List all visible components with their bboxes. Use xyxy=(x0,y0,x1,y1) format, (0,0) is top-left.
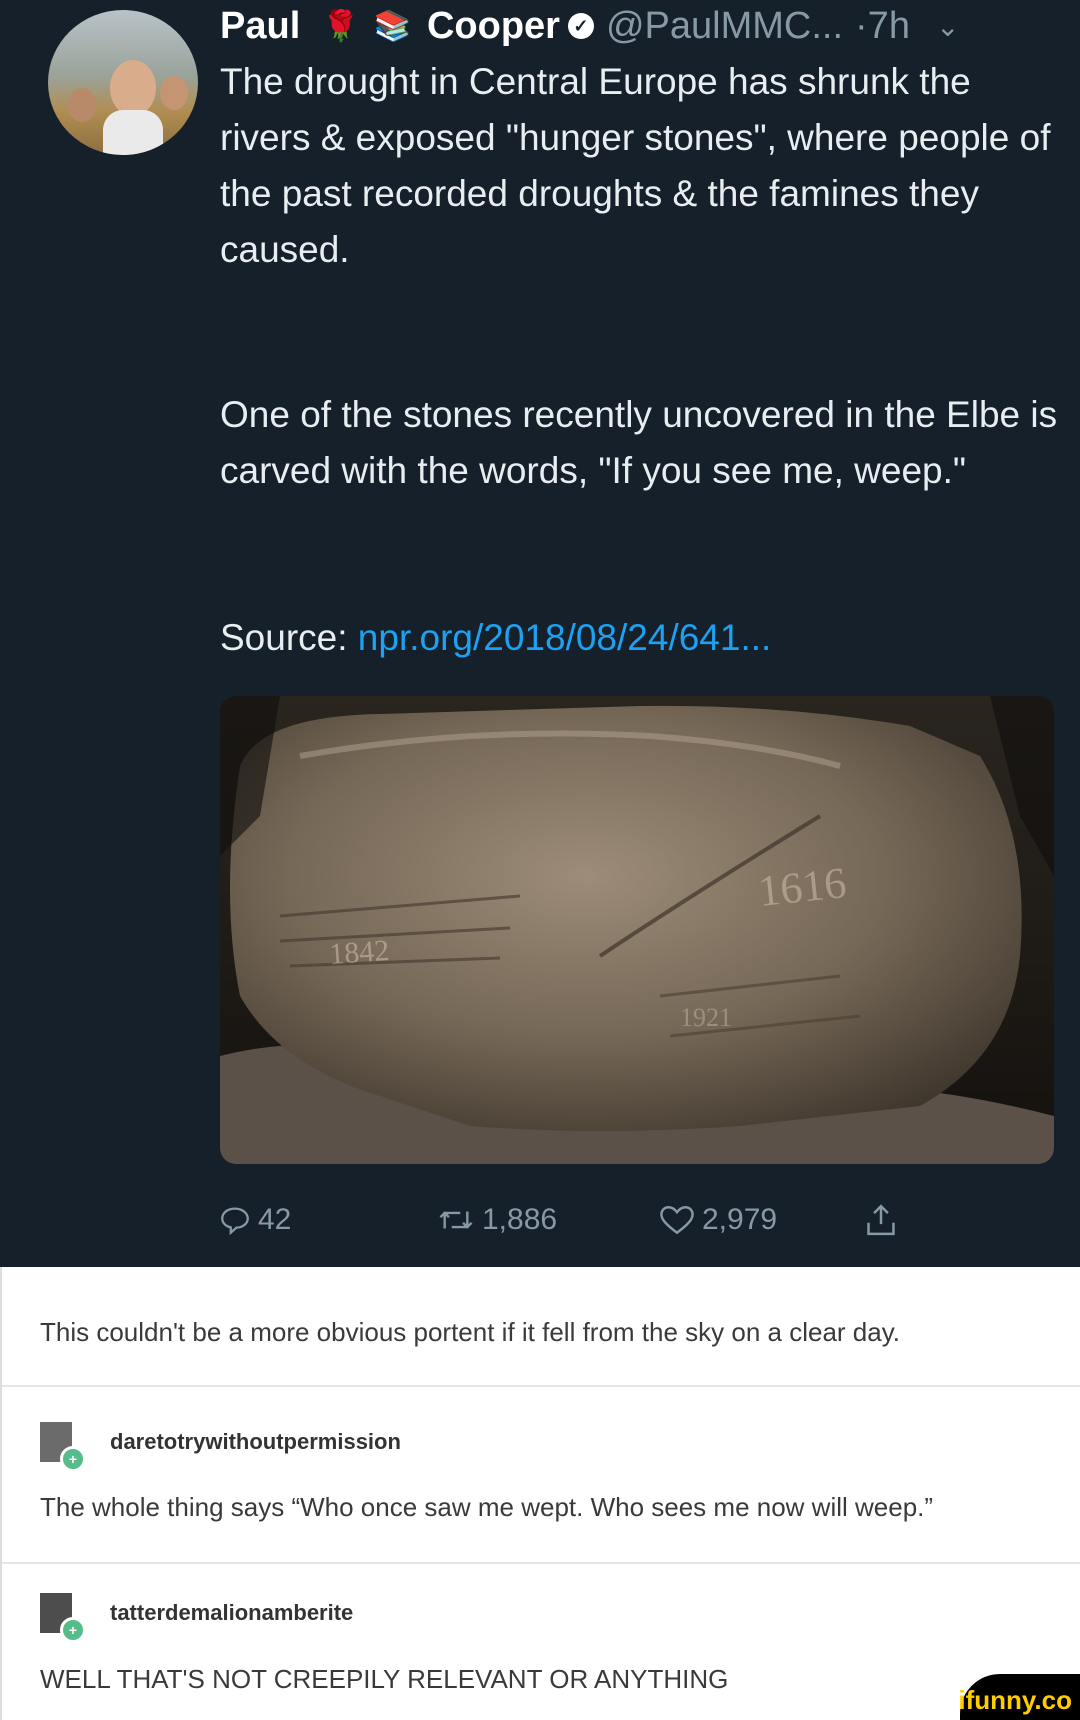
author-avatar[interactable] xyxy=(48,10,198,155)
retweet-icon xyxy=(439,1211,473,1229)
reply-2-user[interactable]: + tatterdemalionamberite xyxy=(40,1593,353,1643)
author-handle[interactable]: @PaulMMC... xyxy=(606,5,843,48)
author-first-name[interactable]: Paul xyxy=(220,5,300,48)
reply-1-user[interactable]: + daretotrywithoutpermission xyxy=(40,1422,401,1472)
tumblr-thread: This couldn't be a more obvious portent … xyxy=(0,1267,1080,1720)
tweet-text-paragraph-1: The drought in Central Europe has shrunk… xyxy=(220,61,1051,270)
source-label: Source: xyxy=(220,617,348,658)
hunger-stone-photo[interactable]: 1616 1921 1842 xyxy=(220,696,1054,1164)
stone-inscription-1616: 1616 xyxy=(756,858,849,916)
retweet-button[interactable]: 1,886 xyxy=(436,1196,557,1244)
reply-button[interactable]: 42 xyxy=(218,1196,291,1244)
stone-inscription-1921: 1921 xyxy=(680,1003,732,1032)
rose-icon: 🌹 xyxy=(322,9,360,43)
chevron-down-icon[interactable]: ⌄ xyxy=(936,10,959,43)
divider xyxy=(2,1385,1080,1387)
tweet-header: Paul 🌹 📚 Cooper ✓ @PaulMMC... ·7h ⌄ xyxy=(220,0,959,52)
source-line: Source: npr.org/2018/08/24/641... xyxy=(220,610,1060,666)
tweet-actions-bar: 42 1,886 2,979 xyxy=(218,1196,938,1244)
tweet-text-paragraph-2: One of the stones recently uncovered in … xyxy=(220,394,1058,491)
heart-icon xyxy=(660,1206,694,1235)
share-icon xyxy=(867,1204,895,1236)
books-icon: 📚 xyxy=(373,9,411,43)
like-count: 2,979 xyxy=(702,1203,778,1236)
user-avatar[interactable]: + xyxy=(40,1422,86,1472)
user-avatar[interactable]: + xyxy=(40,1593,86,1643)
follow-badge-icon: + xyxy=(60,1446,86,1472)
author-last-name[interactable]: Cooper xyxy=(427,5,560,48)
reply-1-username[interactable]: daretotrywithoutpermission xyxy=(110,1429,401,1455)
verified-badge-icon: ✓ xyxy=(567,13,594,39)
hunger-stone-image: 1616 1921 1842 xyxy=(220,696,1054,1164)
like-button[interactable]: 2,979 xyxy=(658,1196,777,1244)
op-comment-text: This couldn't be a more obvious portent … xyxy=(40,1317,901,1347)
tweet-card: Paul 🌹 📚 Cooper ✓ @PaulMMC... ·7h ⌄ The … xyxy=(0,0,1080,1267)
source-link[interactable]: npr.org/2018/08/24/641... xyxy=(358,617,772,658)
reply-1-text: The whole thing says “Who once saw me we… xyxy=(40,1492,934,1522)
reply-2-text: WELL THAT'S NOT CREEPILY RELEVANT OR ANY… xyxy=(40,1664,729,1694)
reply-2-username[interactable]: tatterdemalionamberite xyxy=(110,1600,353,1626)
reply-icon xyxy=(221,1207,249,1236)
tweet-timestamp[interactable]: ·7h xyxy=(855,5,910,48)
ifunny-watermark: ifunny.co xyxy=(958,1674,1080,1720)
retweet-count: 1,886 xyxy=(482,1203,558,1236)
divider xyxy=(2,1562,1080,1564)
stone-inscription-1842: 1842 xyxy=(328,934,390,971)
reply-count: 42 xyxy=(258,1203,292,1236)
follow-badge-icon: + xyxy=(60,1617,86,1643)
share-button[interactable] xyxy=(864,1196,904,1244)
